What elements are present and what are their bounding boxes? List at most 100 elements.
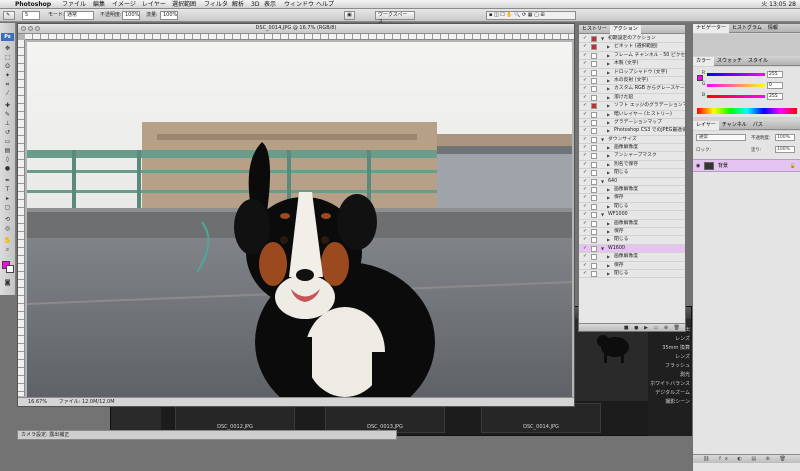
action-toggle-check-icon[interactable]: ✓	[582, 194, 588, 201]
brush-size-picker[interactable]: 5	[22, 11, 40, 20]
marquee-tool-icon[interactable]: ⬚	[3, 54, 12, 61]
disclosure-closed-icon[interactable]: ▶	[607, 77, 610, 84]
action-toggle-check-icon[interactable]: ✓	[582, 161, 588, 168]
zoom-window-icon[interactable]	[35, 26, 40, 31]
filmstrip-thumbnail[interactable]: DSC_0013.JPG	[325, 403, 445, 433]
action-toggle-check-icon[interactable]: ✓	[582, 178, 588, 185]
dialog-toggle-icon[interactable]	[591, 153, 597, 160]
zoom-tool-icon[interactable]: ⌕	[3, 246, 12, 253]
green-value-field[interactable]: 0	[767, 82, 783, 89]
blue-slider[interactable]	[707, 95, 765, 98]
action-row[interactable]: ✓ ▶ 保存	[579, 228, 685, 237]
action-toggle-check-icon[interactable]: ✓	[582, 186, 588, 193]
layer-row-background[interactable]: ◉ 背景 🔒	[693, 159, 800, 172]
disclosure-closed-icon[interactable]: ▶	[607, 194, 610, 201]
type-tool-icon[interactable]: T	[3, 186, 12, 193]
dialog-toggle-icon[interactable]	[591, 136, 597, 143]
menu-window[interactable]: ウィンドウ	[284, 0, 314, 9]
app-bar[interactable]: ▪ ◫ ☐ ✋ 🔍 ⟳ ▦ ▢ ⊞	[486, 11, 576, 20]
action-toggle-check-icon[interactable]: ✓	[582, 169, 588, 176]
dialog-toggle-icon[interactable]	[591, 270, 597, 277]
action-row[interactable]: ✓ ▶ 閉じる	[579, 169, 685, 178]
action-toggle-check-icon[interactable]: ✓	[582, 245, 588, 252]
battery-level[interactable]: 28	[788, 1, 796, 8]
disclosure-open-icon[interactable]: ▼	[601, 211, 604, 218]
action-toggle-check-icon[interactable]: ✓	[582, 119, 588, 126]
disclosure-closed-icon[interactable]: ▶	[607, 228, 610, 235]
gradient-tool-icon[interactable]: ▤	[3, 147, 12, 154]
dialog-toggle-icon[interactable]	[591, 119, 597, 126]
tab-layers[interactable]: レイヤー	[693, 121, 719, 130]
disclosure-closed-icon[interactable]: ▶	[607, 43, 610, 50]
fill-field[interactable]: 100%	[775, 146, 795, 153]
move-tool-icon[interactable]: ✥	[3, 45, 12, 52]
3d-orbit-tool-icon[interactable]: ◎	[3, 225, 12, 232]
dialog-toggle-icon[interactable]	[591, 145, 597, 152]
tab-channels[interactable]: チャンネル	[719, 121, 750, 130]
document-info[interactable]: ファイル: 12.0M/12.0M	[59, 399, 115, 405]
action-toggle-check-icon[interactable]: ✓	[582, 220, 588, 227]
tab-actions[interactable]: アクション	[610, 25, 641, 34]
disclosure-closed-icon[interactable]: ▶	[607, 94, 610, 101]
color-spectrum-bar[interactable]	[697, 108, 797, 114]
red-value-field[interactable]: 255	[767, 71, 783, 78]
app-menu[interactable]: Photoshop	[15, 0, 51, 9]
disclosure-closed-icon[interactable]: ▶	[607, 270, 610, 277]
action-toggle-check-icon[interactable]: ✓	[582, 253, 588, 260]
lasso-tool-icon[interactable]: ʘ	[3, 63, 12, 70]
tab-histogram[interactable]: ヒストグラム	[729, 24, 765, 33]
disclosure-closed-icon[interactable]: ▶	[607, 111, 610, 118]
magic-wand-tool-icon[interactable]: ✦	[3, 72, 12, 79]
action-row[interactable]: ✓ ▶ フレーム チャンネル - 50 ピクセル	[579, 52, 685, 61]
tab-history[interactable]: ヒストリー	[579, 25, 610, 34]
disclosure-closed-icon[interactable]: ▶	[607, 144, 610, 151]
dialog-toggle-icon[interactable]	[591, 212, 597, 219]
zoom-level[interactable]: 16.67%	[28, 399, 47, 405]
action-row[interactable]: ✓ ▼ W1600	[579, 244, 685, 254]
eraser-tool-icon[interactable]: ▭	[3, 138, 12, 145]
quick-mask-icon[interactable]: ◙	[3, 279, 12, 286]
close-window-icon[interactable]	[21, 26, 26, 31]
dodge-tool-icon[interactable]: ●	[3, 165, 12, 172]
tab-info[interactable]: 情報	[765, 24, 781, 33]
action-toggle-check-icon[interactable]: ✓	[582, 152, 588, 159]
brush-tool-icon[interactable]: ✎	[3, 111, 12, 118]
red-slider[interactable]	[707, 73, 765, 76]
hand-tool-icon[interactable]: ✋	[3, 237, 12, 244]
disclosure-closed-icon[interactable]: ▶	[607, 119, 610, 126]
background-color-swatch[interactable]	[6, 265, 14, 273]
action-row[interactable]: ✓ ▶ 画像解像度	[579, 186, 685, 195]
dialog-toggle-icon[interactable]	[591, 178, 597, 185]
action-row[interactable]: ✓ ▶ 保存	[579, 262, 685, 270]
filmstrip-thumbnail[interactable]: DSC_0012.JPG	[175, 403, 295, 433]
layers-footer-icons[interactable]: ⛓ fx ◐ ▤ ⊕ 🗑	[693, 454, 800, 463]
mode-select[interactable]: 通常	[64, 11, 94, 20]
layer-opacity-field[interactable]: 100%	[775, 134, 795, 141]
menu-file[interactable]: ファイル	[62, 0, 86, 9]
blue-value-field[interactable]: 255	[767, 93, 783, 100]
disclosure-closed-icon[interactable]: ▶	[607, 220, 610, 227]
action-row[interactable]: ✓ ▶ 画像解像度	[579, 144, 685, 153]
dialog-toggle-icon[interactable]	[591, 44, 597, 51]
action-toggle-check-icon[interactable]: ✓	[582, 228, 588, 235]
action-toggle-check-icon[interactable]: ✓	[582, 211, 588, 218]
green-slider[interactable]	[707, 84, 765, 87]
crop-tool-icon[interactable]: ⌗	[3, 81, 12, 88]
dialog-toggle-icon[interactable]	[591, 254, 597, 261]
clone-stamp-tool-icon[interactable]: ⊥	[3, 120, 12, 127]
action-row[interactable]: ✓ ▶ ビネット (選択範囲)	[579, 43, 685, 52]
dialog-toggle-icon[interactable]	[591, 195, 597, 202]
disclosure-closed-icon[interactable]: ▶	[607, 161, 610, 168]
dialog-toggle-icon[interactable]	[591, 203, 597, 210]
document-canvas[interactable]	[27, 42, 572, 400]
disclosure-open-icon[interactable]: ▼	[601, 136, 604, 143]
action-toggle-check-icon[interactable]: ✓	[582, 69, 588, 76]
dialog-toggle-icon[interactable]	[591, 61, 597, 68]
menu-image[interactable]: イメージ	[112, 0, 136, 9]
action-row[interactable]: ✓ ▶ 保存	[579, 194, 685, 203]
menu-layer[interactable]: レイヤー	[142, 0, 166, 9]
disclosure-closed-icon[interactable]: ▶	[607, 169, 610, 176]
eyedropper-tool-icon[interactable]: ⁄	[3, 90, 12, 97]
dialog-toggle-icon[interactable]	[591, 111, 597, 118]
action-toggle-check-icon[interactable]: ✓	[582, 236, 588, 243]
